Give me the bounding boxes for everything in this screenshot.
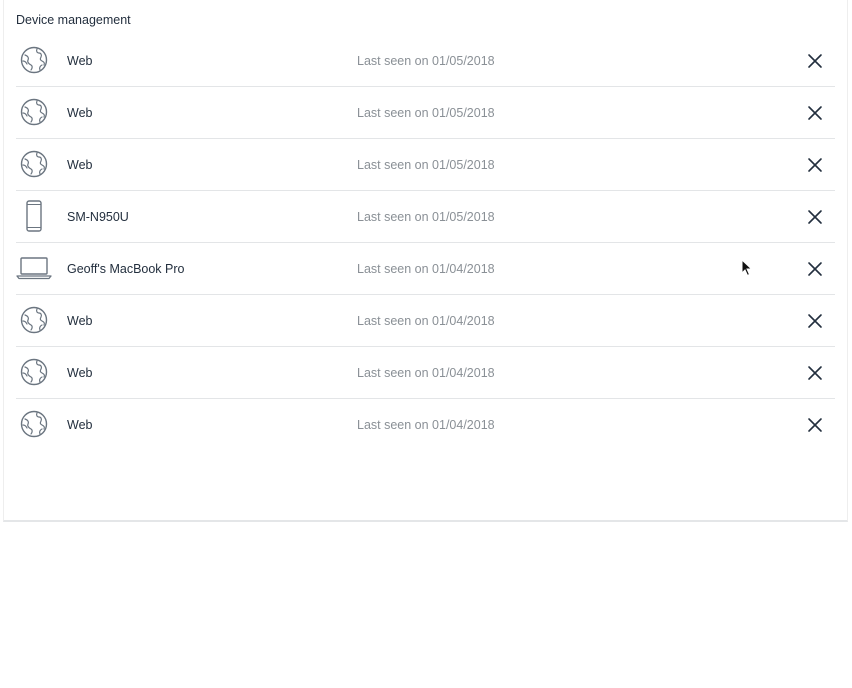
close-icon xyxy=(808,158,822,172)
mouse-pointer-icon xyxy=(741,259,753,277)
globe-icon xyxy=(16,148,52,180)
device-row: SM-N950U Last seen on 01/05/2018 xyxy=(16,191,835,243)
close-icon xyxy=(808,418,822,432)
device-management-panel: Device management Web Last seen on 01/05… xyxy=(3,0,848,522)
device-row: Web Last seen on 01/05/2018 xyxy=(16,139,835,191)
page-title: Device management xyxy=(16,13,131,27)
device-name: Web xyxy=(67,366,93,380)
device-name: Web xyxy=(67,158,93,172)
device-name: Web xyxy=(67,106,93,120)
close-icon xyxy=(808,106,822,120)
device-name: Web xyxy=(67,314,93,328)
remove-device-button[interactable] xyxy=(804,414,826,436)
remove-device-button[interactable] xyxy=(804,50,826,72)
remove-device-button[interactable] xyxy=(804,102,826,124)
remove-device-button[interactable] xyxy=(804,258,826,280)
phone-icon xyxy=(16,200,52,232)
last-seen-text: Last seen on 01/05/2018 xyxy=(357,54,495,68)
globe-icon xyxy=(16,408,52,440)
close-icon xyxy=(808,314,822,328)
device-row: Web Last seen on 01/05/2018 xyxy=(16,87,835,139)
last-seen-text: Last seen on 01/05/2018 xyxy=(357,210,495,224)
close-icon xyxy=(808,366,822,380)
device-row: Web Last seen on 01/04/2018 xyxy=(16,347,835,399)
remove-device-button[interactable] xyxy=(804,310,826,332)
device-name: Web xyxy=(67,54,93,68)
last-seen-text: Last seen on 01/04/2018 xyxy=(357,262,495,276)
globe-icon xyxy=(16,96,52,128)
last-seen-text: Last seen on 01/04/2018 xyxy=(357,366,495,380)
device-row: Web Last seen on 01/04/2018 xyxy=(16,399,835,451)
device-row: Web Last seen on 01/04/2018 xyxy=(16,295,835,347)
last-seen-text: Last seen on 01/04/2018 xyxy=(357,418,495,432)
remove-device-button[interactable] xyxy=(804,206,826,228)
device-list: Web Last seen on 01/05/2018 Web Last see… xyxy=(16,35,835,451)
globe-icon xyxy=(16,304,52,336)
close-icon xyxy=(808,262,822,276)
device-name: Web xyxy=(67,418,93,432)
close-icon xyxy=(808,54,822,68)
device-row: Geoff's MacBook Pro Last seen on 01/04/2… xyxy=(16,243,835,295)
close-icon xyxy=(808,210,822,224)
last-seen-text: Last seen on 01/04/2018 xyxy=(357,314,495,328)
last-seen-text: Last seen on 01/05/2018 xyxy=(357,106,495,120)
device-name: SM-N950U xyxy=(67,210,129,224)
last-seen-text: Last seen on 01/05/2018 xyxy=(357,158,495,172)
remove-device-button[interactable] xyxy=(804,362,826,384)
remove-device-button[interactable] xyxy=(804,154,826,176)
device-name: Geoff's MacBook Pro xyxy=(67,262,185,276)
device-row: Web Last seen on 01/05/2018 xyxy=(16,35,835,87)
globe-icon xyxy=(16,44,52,76)
globe-icon xyxy=(16,356,52,388)
laptop-icon xyxy=(16,252,52,284)
